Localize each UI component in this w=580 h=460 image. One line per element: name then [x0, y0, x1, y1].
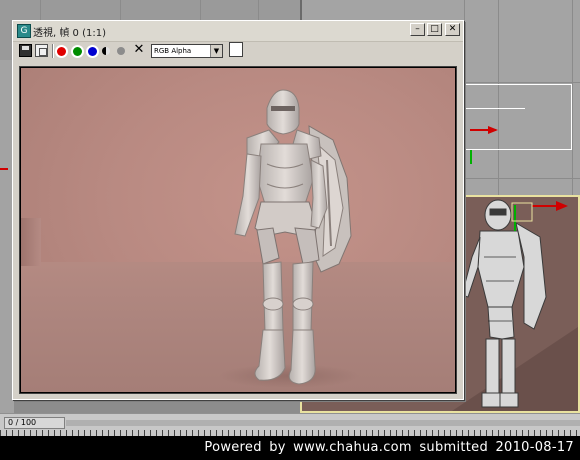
blue-channel-toggle-icon[interactable] [88, 47, 97, 56]
clear-icon[interactable]: ✕ [133, 42, 145, 57]
frame-counter[interactable]: 0 / 100 [4, 417, 65, 429]
chevron-down-icon: ▼ [210, 45, 222, 57]
x-axis-gizmo [0, 168, 8, 170]
app-icon: G [17, 24, 31, 38]
maximize-button[interactable]: □ [427, 23, 442, 36]
selection-box-edge [465, 108, 525, 109]
channel-display-select[interactable]: RGB Alpha ▼ [151, 44, 223, 58]
x-axis-arrow-icon [488, 126, 498, 134]
save-icon[interactable] [19, 44, 32, 57]
red-channel-toggle-icon[interactable] [57, 47, 66, 56]
minimize-button[interactable]: – [410, 23, 425, 36]
grid-line [572, 0, 573, 195]
toolbar-divider [52, 44, 54, 58]
color-swatch[interactable] [229, 42, 243, 57]
render-frame [19, 66, 457, 394]
green-channel-toggle-icon[interactable] [73, 47, 82, 56]
close-button[interactable]: ✕ [445, 23, 460, 36]
alpha-channel-toggle-icon[interactable] [117, 47, 125, 55]
watermark-text: Powered by www.chahua.com submitted 2010… [204, 440, 574, 455]
render-toolbar: ✕ RGB Alpha ▼ [13, 41, 463, 63]
selection-bounding-box [462, 84, 572, 150]
clone-render-icon[interactable] [35, 44, 48, 57]
window-title: 透視, 幀 0 (1:1) [33, 28, 106, 39]
watermark-bar: Powered by www.chahua.com submitted 2010… [0, 436, 580, 460]
render-frame-window[interactable]: G 透視, 幀 0 (1:1) – □ ✕ ✕ RGB Alpha ▼ [12, 20, 464, 400]
title-bar[interactable]: G 透視, 幀 0 (1:1) – □ ✕ [13, 21, 463, 42]
y-axis-gizmo [470, 150, 472, 164]
armored-knight-render [219, 89, 359, 388]
monochrome-toggle-icon[interactable] [102, 47, 110, 55]
rendered-image [21, 68, 455, 392]
channel-select-value: RGB Alpha [154, 47, 192, 55]
time-slider[interactable] [66, 420, 580, 426]
